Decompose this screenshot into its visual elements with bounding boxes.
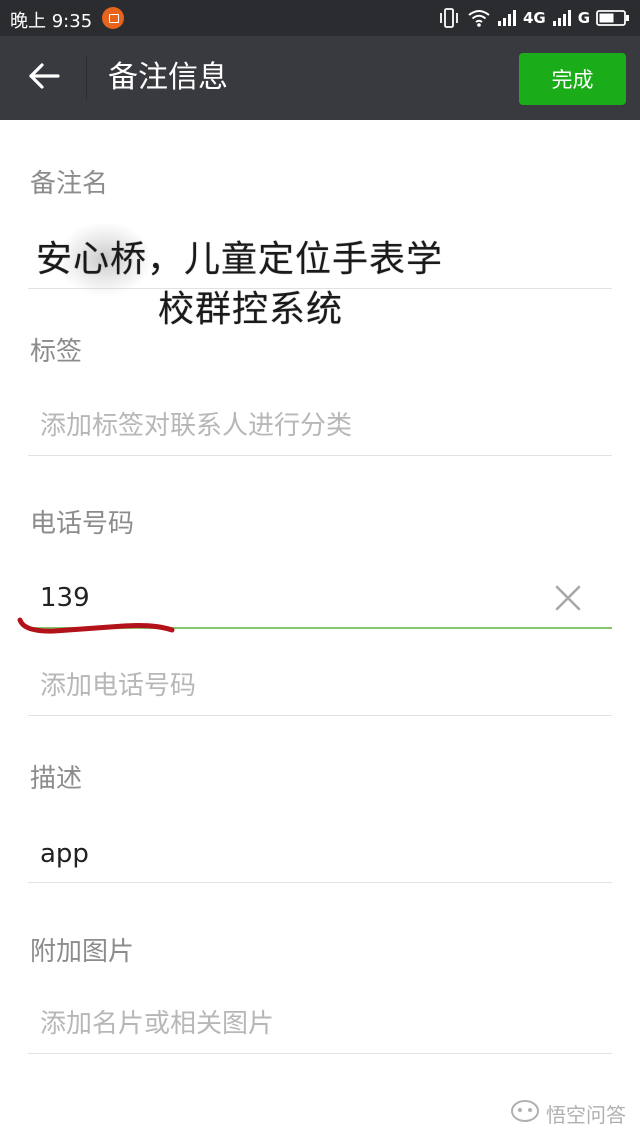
attach-image-placeholder: 添加名片或相关图片	[40, 1009, 275, 1039]
status-bar: 晚上 9:35 4G G	[0, 0, 640, 36]
watermark: 悟空问答	[510, 1099, 626, 1128]
description-value: app	[40, 839, 89, 869]
battery-icon	[596, 9, 630, 27]
phone-value: 139	[40, 583, 90, 613]
close-icon	[550, 585, 586, 620]
title-divider	[86, 56, 87, 100]
back-button[interactable]	[14, 50, 74, 106]
app-notification-icon	[102, 7, 124, 29]
red-annotation-stroke	[17, 617, 175, 634]
add-phone-placeholder: 添加电话号码	[40, 671, 197, 701]
remark-field[interactable]: 安心桥，儿童定位手表学	[28, 220, 612, 294]
page-title: 备注信息	[108, 60, 228, 95]
remark-value-line2: 校群控系统	[158, 289, 344, 330]
remark-value-line1: 安心桥，儿童定位手表学	[36, 239, 444, 280]
network-g-label: G	[577, 9, 590, 27]
tag-label: 标签	[30, 337, 83, 367]
signal-icon	[497, 9, 517, 27]
network-4g-label: 4G	[522, 9, 546, 27]
attach-image-label: 附加图片	[30, 937, 135, 967]
description-field[interactable]: app	[28, 828, 612, 883]
title-bar: 备注信息 完成	[0, 36, 640, 120]
status-time: 晚上 9:35	[10, 11, 93, 32]
signal-icon	[552, 9, 572, 27]
add-phone-field[interactable]: 添加电话号码	[28, 660, 612, 716]
clear-phone-button[interactable]	[550, 580, 586, 616]
remark-label: 备注名	[30, 169, 109, 199]
wukong-logo-icon	[510, 1099, 540, 1128]
attach-image-field[interactable]: 添加名片或相关图片	[28, 998, 612, 1054]
vibrate-icon	[437, 7, 461, 29]
watermark-text: 悟空问答	[546, 1103, 626, 1127]
phone-label: 电话号码	[30, 509, 135, 539]
status-indicators: 4G G	[437, 6, 630, 30]
tag-field[interactable]: 添加标签对联系人进行分类	[28, 400, 612, 456]
tag-placeholder: 添加标签对联系人进行分类	[40, 411, 353, 441]
description-label: 描述	[30, 764, 83, 794]
done-button[interactable]: 完成	[519, 53, 626, 105]
wifi-icon	[467, 8, 491, 28]
arrow-left-icon	[28, 62, 60, 94]
